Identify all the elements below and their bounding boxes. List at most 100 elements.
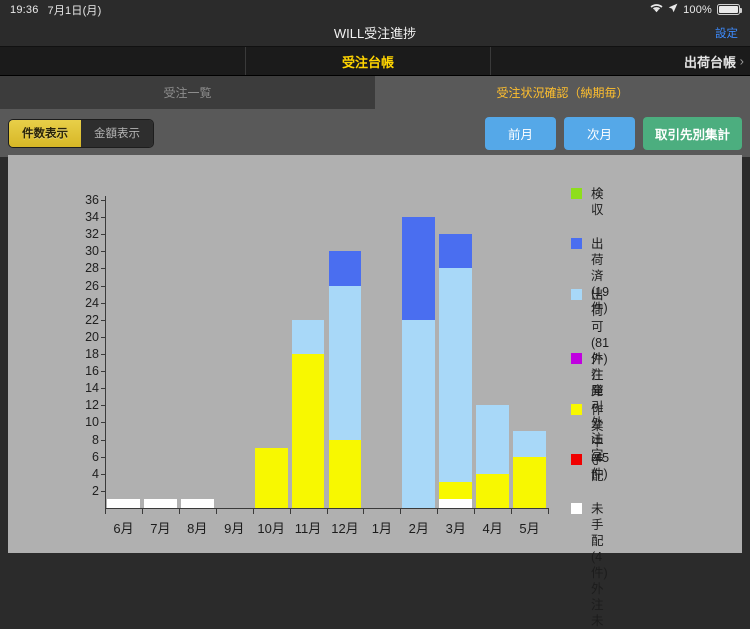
bar-segment [107,499,140,508]
y-axis-tick-mark [101,217,106,219]
y-axis-tick-mark [101,285,106,287]
y-axis-tick-mark [101,388,106,390]
legend-label: 外注発 [591,352,604,398]
next-month-button[interactable]: 次月 [563,116,635,150]
bar-column[interactable] [402,217,436,508]
legend-swatch [571,404,582,415]
ledger-tab-order-ledger[interactable]: 受注台帳 [246,47,492,75]
y-axis-tick-label: 24 [85,295,99,310]
ledger-switcher: 受注台帳 出荷台帳 › [0,46,750,76]
bar-column[interactable] [107,499,140,508]
x-axis-tick-label: 12月 [331,521,359,536]
y-axis-tick-label: 26 [85,278,99,293]
x-axis-tick-label: 7月 [150,521,171,536]
bar-segment [439,234,473,269]
y-axis-tick-mark [101,336,106,338]
location-arrow-icon [668,3,678,16]
y-axis-tick-mark [101,251,106,253]
y-axis-tick-mark [101,371,106,373]
legend-swatch [571,238,582,249]
bar-segment [180,499,214,508]
legend-swatch [571,353,582,364]
segment-count-display[interactable]: 件数表示 [9,119,81,147]
x-axis-tick-mark [548,508,549,514]
y-axis-tick-mark [101,234,106,236]
bar-column[interactable] [513,431,546,508]
x-axis-tick-mark [215,508,217,514]
ledger-tab-shipping-ledger[interactable]: 出荷台帳 › [491,47,750,75]
legend-item[interactable]: 検収 [571,186,604,218]
y-axis-tick-mark [101,200,106,201]
toolbar: 件数表示 金額表示 前月 次月 取引先別集計 [0,109,750,157]
y-axis-tick-label: 2 [92,483,99,498]
y-axis-tick-label: 10 [85,415,99,430]
bar-column[interactable] [143,499,177,508]
ledger-tab-blank[interactable] [0,47,246,75]
y-axis-tick-mark [101,456,106,458]
legend-item[interactable]: 手配 [571,452,604,484]
y-axis-tick-label: 8 [92,432,99,447]
legend-item[interactable]: 未手配(4件) 外注未 [571,501,608,629]
x-axis-tick-mark [363,508,365,514]
bar-column[interactable] [328,251,362,508]
by-customer-aggregate-button[interactable]: 取引先別集計 [642,116,742,150]
prev-month-button[interactable]: 前月 [484,116,556,150]
settings-button[interactable]: 設定 [715,25,738,41]
bar-segment [143,499,177,508]
bar-segment [402,319,436,508]
x-axis-tick-label: 3月 [445,521,466,536]
y-axis-tick-mark [101,473,106,475]
x-axis-tick-label: 5月 [519,521,540,536]
segment-amount-display[interactable]: 金額表示 [81,119,153,147]
y-axis-tick-label: 32 [85,227,99,242]
bar-segment [291,319,325,354]
bar-segment [476,405,510,474]
wifi-icon [650,3,663,16]
y-axis-tick-label: 30 [85,244,99,259]
bar-column[interactable] [291,319,325,508]
x-axis-tick-mark [474,508,476,514]
legend-swatch [571,454,582,465]
x-axis-tick-mark [326,508,328,514]
bar-column[interactable] [476,405,510,508]
bar-segment [402,217,436,320]
legend-label: 未手配(4件) 外注未 [591,502,608,628]
bar-column[interactable] [439,234,473,508]
bar-segment [439,482,473,500]
bar-segment [328,285,362,440]
y-axis-tick-label: 14 [85,381,99,396]
bar-column[interactable] [254,448,288,508]
y-axis-tick-label: 16 [85,364,99,379]
x-axis-tick-mark [105,508,106,514]
app-title-bar: WILL受注進捗 設定 [0,19,750,46]
bar-column[interactable] [180,499,214,508]
y-axis-tick-mark [101,268,106,270]
display-mode-segmented-control[interactable]: 件数表示 金額表示 [8,118,154,148]
x-axis-tick-label: 9月 [224,521,245,536]
x-axis-tick-label: 11月 [294,521,322,536]
bar-segment [513,431,546,457]
y-axis-tick-mark [101,405,106,407]
x-axis-tick-label: 1月 [371,521,392,536]
status-date: 7月1日(月) [47,4,102,17]
bar-segment [513,456,546,508]
chart-y-axis [105,196,106,509]
legend-swatch [571,289,582,300]
page-title: WILL受注進捗 [333,26,417,41]
x-axis-tick-mark [437,508,439,514]
legend-swatch [571,188,582,199]
y-axis-tick-label: 18 [85,347,99,361]
legend-swatch [571,503,582,514]
tab-order-list[interactable]: 受注一覧 [0,76,375,109]
legend-label: 検収 [591,187,604,217]
y-axis-tick-mark [101,422,106,424]
tab-order-status-by-duedate[interactable]: 受注状況確認（納期毎） [375,76,750,109]
status-bar-right: 100% [650,3,742,16]
y-axis-tick-label: 28 [85,261,99,276]
bar-segment [254,448,288,508]
y-axis-tick-mark [101,490,106,492]
x-axis-tick-mark [400,508,402,514]
x-axis-tick-mark [252,508,254,514]
legend-item[interactable]: 外注発 [571,351,604,399]
chart-panel: 2 4 6 8 10 12 14 16 18 20 22 24 26 28 30 32 34 36 6月 7月 8月 9… [8,155,742,628]
